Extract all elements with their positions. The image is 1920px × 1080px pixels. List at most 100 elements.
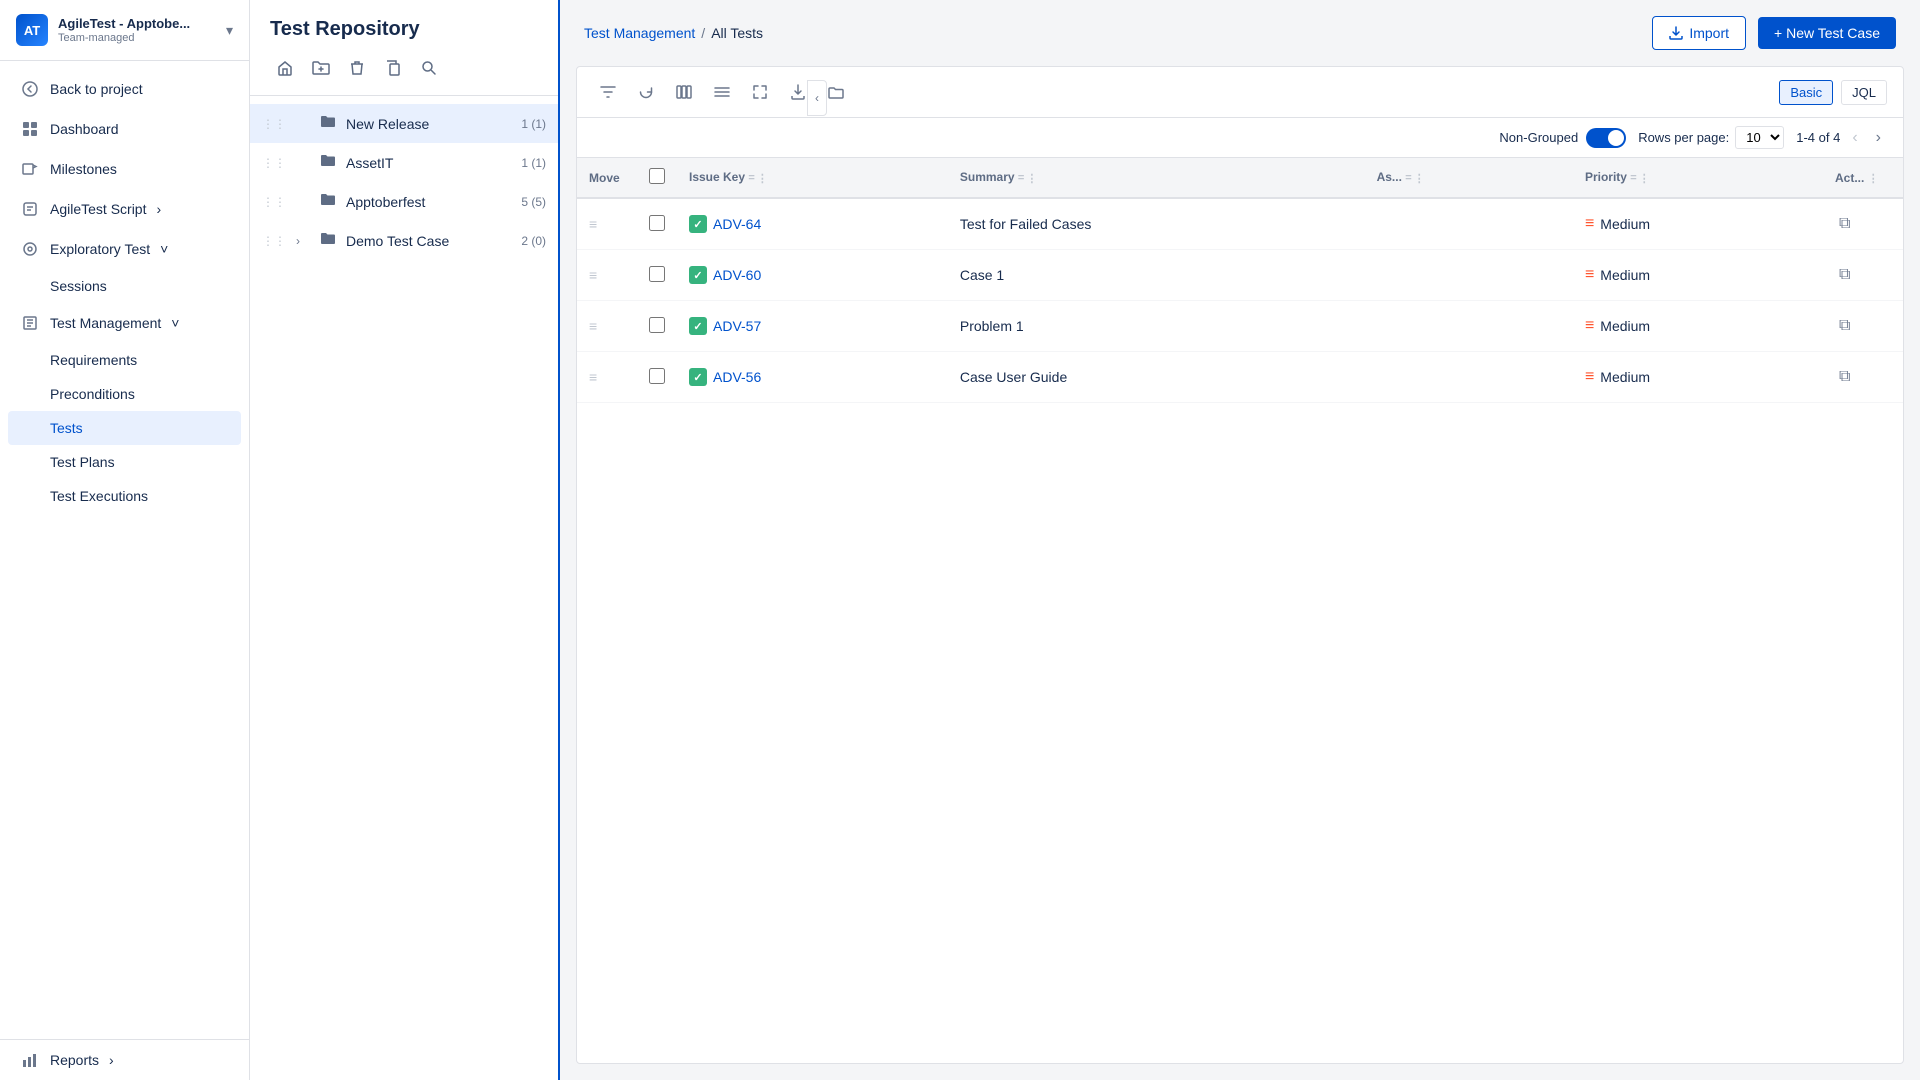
repo-copy-button[interactable] xyxy=(378,53,408,83)
issue-key-link[interactable]: ADV-56 xyxy=(713,369,761,385)
row-checkbox[interactable] xyxy=(649,215,665,231)
folder-icon xyxy=(320,192,336,211)
sidebar-item-requirements[interactable]: Requirements xyxy=(0,343,249,377)
summary-cell: Test for Failed Cases xyxy=(948,198,1365,250)
row-action-button[interactable]: ⧉ xyxy=(1835,364,1854,390)
refresh-button[interactable] xyxy=(631,77,661,107)
main-header: Test Management / All Tests Import + New… xyxy=(560,0,1920,66)
pagination-text: 1-4 of 4 xyxy=(1796,130,1840,145)
back-label: Back to project xyxy=(50,81,229,97)
non-grouped-toggle[interactable]: Non-Grouped xyxy=(1499,128,1626,148)
folder-count-apptoberfest: 5 (5) xyxy=(521,195,546,209)
import-button[interactable]: Import xyxy=(1652,16,1746,50)
repo-home-button[interactable] xyxy=(270,53,300,83)
filter-button[interactable] xyxy=(593,77,623,107)
header-actions: Import + New Test Case xyxy=(1652,16,1896,50)
dashboard-label: Dashboard xyxy=(50,121,229,137)
back-to-project[interactable]: Back to project xyxy=(0,69,249,109)
assignee-cell xyxy=(1365,301,1573,352)
priority-sort-icon[interactable]: = xyxy=(1630,172,1636,184)
repo-folder-assetit[interactable]: ⋮⋮ AssetIT 1 (1) xyxy=(250,143,558,182)
sidebar-item-test-executions[interactable]: Test Executions xyxy=(0,479,249,513)
actions-filter-icon[interactable]: ⋮ xyxy=(1868,173,1879,185)
sidebar-item-dashboard[interactable]: Dashboard xyxy=(0,109,249,149)
repo-add-folder-button[interactable] xyxy=(306,53,336,83)
folder-count-new-release: 1 (1) xyxy=(521,117,546,131)
fullscreen-button[interactable] xyxy=(745,77,775,107)
issue-key-link[interactable]: ADV-64 xyxy=(713,216,761,232)
checkbox-cell xyxy=(637,198,677,250)
assignee-cell xyxy=(1365,250,1573,301)
priority-cell: ≡ Medium xyxy=(1573,198,1823,250)
repo-folder-demo-test-case[interactable]: ⋮⋮ › Demo Test Case 2 (0) xyxy=(250,221,558,260)
sidebar-nav: Back to project Dashboard xyxy=(0,61,249,1039)
reports-chevron: › xyxy=(109,1052,114,1068)
select-all-checkbox[interactable] xyxy=(649,168,665,184)
summary-sort-icon[interactable]: = xyxy=(1018,172,1024,184)
sidebar-item-test-plans[interactable]: Test Plans xyxy=(0,445,249,479)
assignee-cell xyxy=(1365,352,1573,403)
sidebar-item-test-management[interactable]: Test Management ˅ xyxy=(0,303,249,343)
issue-key-sort-icon[interactable]: = xyxy=(748,172,754,184)
row-action-button[interactable]: ⧉ xyxy=(1835,313,1854,339)
row-drag-handle[interactable]: ≡ xyxy=(589,318,597,334)
sidebar-item-agiletest-script[interactable]: AgileTest Script › xyxy=(0,189,249,229)
summary-cell: Problem 1 xyxy=(948,301,1365,352)
panel-collapse-button[interactable]: ‹ xyxy=(807,80,827,116)
row-checkbox[interactable] xyxy=(649,317,665,333)
repo-folder-new-release[interactable]: ⋮⋮ New Release 1 (1) xyxy=(250,104,558,143)
new-test-case-button[interactable]: + New Test Case xyxy=(1758,17,1896,49)
folder-count-assetit: 1 (1) xyxy=(521,156,546,170)
repo-search-button[interactable] xyxy=(414,53,444,83)
issue-key-link[interactable]: ADV-60 xyxy=(713,267,761,283)
sidebar-item-milestones[interactable]: Milestones xyxy=(0,149,249,189)
breadcrumb-test-management[interactable]: Test Management xyxy=(584,25,695,41)
sidebar-item-reports[interactable]: Reports › xyxy=(0,1040,249,1080)
grid-icon xyxy=(20,119,40,139)
issue-key-filter-icon[interactable]: ⋮ xyxy=(757,172,768,185)
back-icon xyxy=(20,79,40,99)
basic-view-button[interactable]: Basic xyxy=(1779,80,1833,105)
rows-per-page-select[interactable]: 10 25 50 xyxy=(1735,126,1784,149)
sidebar-collapse-icon[interactable]: ▾ xyxy=(226,22,233,39)
sidebar-item-exploratory-test[interactable]: Exploratory Test ˅ xyxy=(0,229,249,269)
row-drag-handle[interactable]: ≡ xyxy=(589,369,597,385)
row-drag-handle[interactable]: ≡ xyxy=(589,267,597,283)
row-checkbox[interactable] xyxy=(649,266,665,282)
sidebar-item-tests[interactable]: Tests xyxy=(8,411,241,445)
folder-count-demo-test-case: 2 (0) xyxy=(521,234,546,248)
priority-cell: ≡ Medium xyxy=(1573,301,1823,352)
sidebar-item-preconditions[interactable]: Preconditions xyxy=(0,377,249,411)
jql-view-button[interactable]: JQL xyxy=(1841,80,1887,105)
summary-text: Problem 1 xyxy=(960,318,1024,334)
non-grouped-switch[interactable] xyxy=(1586,128,1626,148)
table-area: Basic JQL Non-Grouped Rows per page: 10 … xyxy=(576,66,1904,1064)
row-action-button[interactable]: ⧉ xyxy=(1835,211,1854,237)
summary-filter-icon[interactable]: ⋮ xyxy=(1026,172,1037,185)
issue-key-link[interactable]: ADV-57 xyxy=(713,318,761,334)
assignee-cell xyxy=(1365,198,1573,250)
test-plans-label: Test Plans xyxy=(50,454,115,470)
priority-filter-icon[interactable]: ⋮ xyxy=(1639,172,1650,185)
table-row: ≡ ✓ ADV-57 Problem 1 xyxy=(577,301,1903,352)
assignee-sort-icon[interactable]: = xyxy=(1405,172,1411,184)
row-action-button[interactable]: ⧉ xyxy=(1835,262,1854,288)
import-icon xyxy=(1669,26,1683,40)
next-page-button[interactable]: › xyxy=(1870,127,1887,149)
row-drag-handle[interactable]: ≡ xyxy=(589,216,597,232)
repo-delete-button[interactable] xyxy=(342,53,372,83)
row-checkbox[interactable] xyxy=(649,368,665,384)
assignee-filter-icon[interactable]: ⋮ xyxy=(1414,172,1425,185)
agiletest-script-chevron: › xyxy=(156,201,161,217)
col-issue-key: Issue Key = ⋮ xyxy=(677,158,948,198)
list-view-button[interactable] xyxy=(707,77,737,107)
sidebar-item-sessions[interactable]: Sessions xyxy=(0,269,249,303)
test-type-icon: ✓ xyxy=(689,215,707,233)
columns-button[interactable] xyxy=(669,77,699,107)
table-row: ≡ ✓ ADV-60 Case 1 xyxy=(577,250,1903,301)
repo-folder-apptoberfest[interactable]: ⋮⋮ Apptoberfest 5 (5) xyxy=(250,182,558,221)
app-name: AgileTest - Apptobe... xyxy=(58,16,190,32)
summary-cell: Case User Guide xyxy=(948,352,1365,403)
previous-page-button[interactable]: ‹ xyxy=(1846,127,1863,149)
action-cell: ⧉ xyxy=(1823,301,1903,352)
